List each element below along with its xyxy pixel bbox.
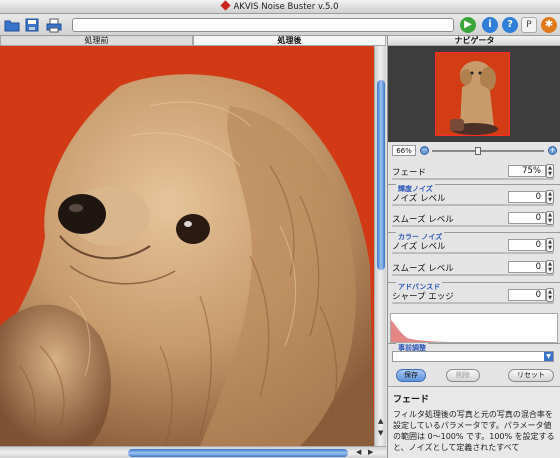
- sharp-edges-slider[interactable]: [392, 302, 554, 304]
- zoom-value[interactable]: 66%: [392, 145, 416, 156]
- luminance-noise-level-slider[interactable]: [392, 204, 554, 206]
- color-noise-level-slider[interactable]: [392, 252, 554, 254]
- app-window: AKVIS Noise Buster v.5.0 ▶ i ? P ✱ 処理前 処…: [0, 0, 560, 458]
- color-noise-level-label: ノイズ レベル: [392, 242, 446, 252]
- preset-dropdown[interactable]: ▼: [392, 351, 554, 362]
- luminance-noise-level-field[interactable]: 0: [508, 191, 546, 203]
- zoom-in-icon[interactable]: +: [548, 146, 557, 155]
- luminance-noise-level-row: ノイズ レベル 0 ▲ ▼: [388, 188, 560, 206]
- zoom-slider[interactable]: [432, 150, 544, 152]
- toolbar: ▶ i ? P ✱: [0, 14, 560, 36]
- scroll-up-arrow-icon[interactable]: ▲: [378, 416, 383, 426]
- help-icon[interactable]: ?: [502, 17, 518, 33]
- scroll-right-arrow-icon[interactable]: ▶: [368, 447, 373, 457]
- fade-label: フェード: [392, 168, 427, 178]
- color-smooth-level-row: スムーズ レベル 0 ▲ ▼: [388, 258, 560, 276]
- delete-preset-button[interactable]: 削除: [446, 369, 480, 382]
- tab-before[interactable]: 処理前: [0, 36, 193, 46]
- color-smooth-level-label: スムーズ レベル: [392, 264, 454, 274]
- help-text: フィルタ処理後の写真と元の写真の混合率を設定しているパラメータです。パラメータ値…: [393, 410, 555, 452]
- horizontal-scrollbar[interactable]: ◀ ▶: [0, 446, 386, 458]
- sharp-edges-label: シャープ エッジ: [392, 292, 454, 302]
- fade-stepper[interactable]: ▲ ▼: [546, 164, 554, 178]
- fade-row: フェード 75% ▲ ▼: [388, 162, 560, 180]
- open-folder-icon[interactable]: [4, 17, 20, 33]
- luminance-noise-level-label: ノイズ レベル: [392, 194, 446, 204]
- navigator-thumbnail[interactable]: [435, 52, 510, 136]
- print-icon[interactable]: [46, 17, 62, 33]
- plugin-icon[interactable]: P: [521, 17, 537, 33]
- sharp-edges-row: シャープ エッジ 0 ▲ ▼: [388, 286, 560, 304]
- zoom-row: 66% − +: [388, 142, 560, 158]
- info-icon[interactable]: i: [482, 17, 498, 33]
- fade-slider-track[interactable]: [392, 178, 554, 180]
- sharp-edges-stepper[interactable]: ▲ ▼: [546, 288, 554, 302]
- run-icon[interactable]: ▶: [460, 17, 476, 33]
- help-panel: フェード フィルタ処理後の写真と元の写真の混合率を設定しているパラメータです。パ…: [388, 386, 560, 458]
- histogram: [390, 313, 558, 343]
- luminance-noise-level-stepper[interactable]: ▲ ▼: [546, 190, 554, 204]
- view-tabs: 処理前 処理後: [0, 36, 386, 46]
- fade-field[interactable]: 75%: [508, 165, 546, 177]
- save-disk-icon[interactable]: [24, 17, 40, 33]
- color-noise-level-stepper[interactable]: ▲ ▼: [546, 238, 554, 252]
- vertical-scrollbar[interactable]: ▲ ▼: [374, 46, 386, 446]
- luminance-smooth-level-field[interactable]: 0: [508, 212, 546, 224]
- luminance-smooth-level-label: スムーズ レベル: [392, 215, 454, 225]
- save-preset-button[interactable]: 保存: [396, 369, 426, 382]
- luminance-smooth-level-slider[interactable]: [392, 225, 554, 227]
- preferences-icon[interactable]: ✱: [541, 17, 557, 33]
- help-title: フェード: [393, 395, 430, 405]
- settings-panel: ナビゲータ 66% − + フェード 75% ▲ ▼ 輝度ノイズ ノイズ レベル…: [387, 36, 560, 458]
- color-smooth-level-field[interactable]: 0: [508, 261, 546, 273]
- vertical-scroll-thumb[interactable]: [377, 80, 385, 270]
- scroll-down-arrow-icon[interactable]: ▼: [378, 428, 383, 438]
- color-smooth-level-stepper[interactable]: ▲ ▼: [546, 260, 554, 274]
- scroll-left-arrow-icon[interactable]: ◀: [356, 447, 361, 457]
- zoom-slider-knob[interactable]: [475, 147, 481, 155]
- reset-button[interactable]: リセット: [508, 369, 554, 382]
- color-noise-level-field[interactable]: 0: [508, 239, 546, 251]
- dog-photo: [0, 46, 374, 446]
- navigator-preview[interactable]: [388, 46, 560, 142]
- akvis-logo-icon: [220, 0, 232, 11]
- sharp-edges-field[interactable]: 0: [508, 289, 546, 301]
- luminance-smooth-level-stepper[interactable]: ▲ ▼: [546, 211, 554, 225]
- dropdown-arrow-icon[interactable]: ▼: [544, 352, 553, 361]
- color-noise-level-row: ノイズ レベル 0 ▲ ▼: [388, 236, 560, 254]
- title-bar: AKVIS Noise Buster v.5.0: [0, 0, 560, 14]
- presets-section: 事前調整: [388, 343, 560, 353]
- zoom-out-icon[interactable]: −: [420, 146, 429, 155]
- image-canvas[interactable]: [0, 46, 374, 446]
- luminance-smooth-level-row: スムーズ レベル 0 ▲ ▼: [388, 209, 560, 227]
- navigator-title: ナビゲータ: [388, 36, 560, 46]
- window-title: AKVIS Noise Buster v.5.0: [233, 2, 339, 12]
- horizontal-scroll-thumb[interactable]: [128, 449, 348, 457]
- tab-after[interactable]: 処理後: [193, 36, 386, 46]
- color-smooth-level-slider[interactable]: [392, 274, 554, 276]
- path-field[interactable]: [72, 18, 454, 32]
